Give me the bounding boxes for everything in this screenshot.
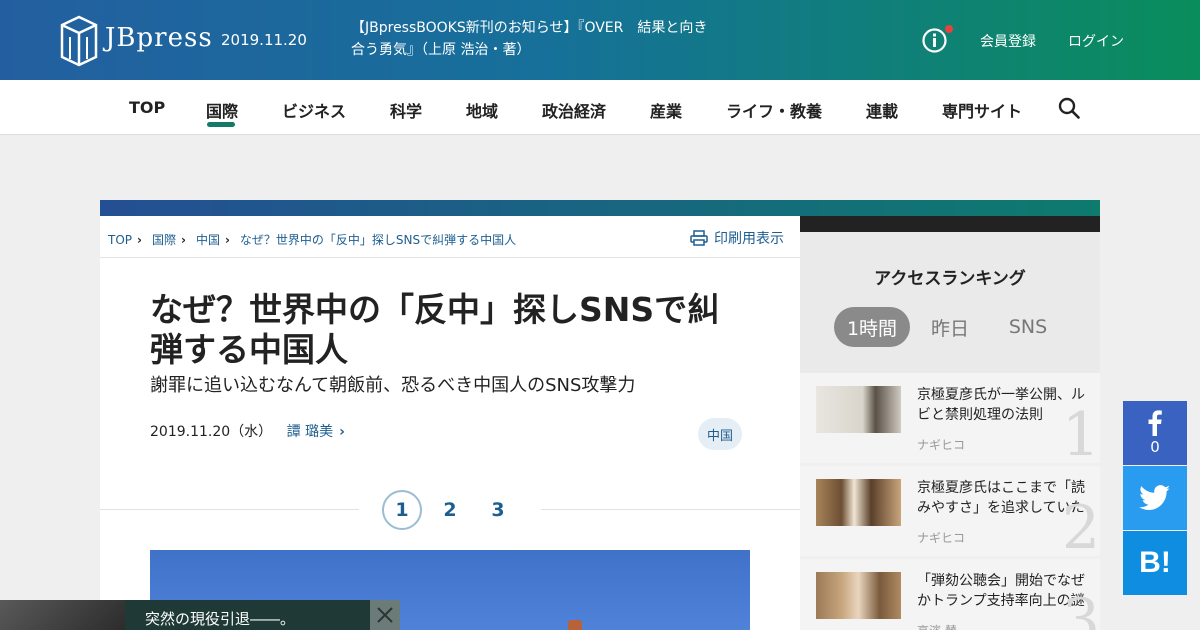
sidebar: アクセスランキング 1時間 昨日 SNS 京極夏彦氏が一挙公開、ルビと禁則処理の… <box>800 216 1100 630</box>
login-link[interactable]: ログイン <box>1068 31 1124 51</box>
ranking-item-author: 高濱 賛 <box>917 622 957 630</box>
article-subtitle: 謝罪に追い込むなんて朝飯前、恐るべき中国人のSNS攻撃力 <box>150 375 636 396</box>
promo-thumbnail <box>0 600 125 630</box>
ranking-thumbnail <box>816 479 901 526</box>
hatena-bookmark-button[interactable]: B! <box>1123 531 1187 595</box>
hatena-bookmark-icon: B! <box>1139 546 1171 579</box>
article-column: TOP › 国際 › 中国 › なぜ？世界中の「反中」探しSNSで糾弾する中国人 印刷用表示… <box>100 216 800 630</box>
article-meta: 2019.11.20（水） 譚 璐美 › <box>150 421 345 441</box>
breadcrumb: TOP › 国際 › 中国 › なぜ？世界中の「反中」探しSNSで糾弾する中国人 <box>108 231 516 248</box>
sidebar-topbar <box>800 216 1100 232</box>
nav-item-series[interactable]: 連載 <box>866 98 898 122</box>
nav-item-specialty-sites[interactable]: 専門サイト <box>942 98 1022 122</box>
main-nav: TOP 国際 ビジネス 科学 地域 政治経済 産業 ライフ・教養 連載 専門サイ… <box>0 80 1200 135</box>
author-link[interactable]: 譚 璐美 <box>287 424 333 440</box>
ranking-number: 1 <box>1061 400 1100 463</box>
pagination-line <box>541 509 800 510</box>
facebook-share-button[interactable]: 0 <box>1123 401 1187 465</box>
header-date: 2019.11.20 <box>221 31 307 49</box>
article-date: 2019.11.20（水） <box>150 424 273 440</box>
ranking-item[interactable]: 京極夏彦氏はここまで「読みやすさ」を追求していた ナギヒコ 2 <box>800 466 1100 556</box>
register-link[interactable]: 会員登録 <box>980 31 1036 51</box>
breadcrumb-chevron-icon: › <box>180 233 186 247</box>
logo-wordmark: JBpress <box>105 23 213 53</box>
print-view-button[interactable]: 印刷用表示 <box>690 228 784 248</box>
ranking-tab-yesterday[interactable]: 昨日 <box>920 307 980 347</box>
breadcrumb-chevron-icon: › <box>224 233 230 247</box>
logo-cube-icon <box>60 15 98 67</box>
site-logo[interactable]: JBpress <box>60 15 212 67</box>
nav-item-science[interactable]: 科学 <box>390 98 422 122</box>
page-link-1[interactable]: 1 <box>382 490 422 530</box>
nav-item-top[interactable]: TOP <box>129 98 165 117</box>
notification-dot <box>945 25 953 33</box>
printer-icon <box>690 230 708 246</box>
topic-tag[interactable]: 中国 <box>698 418 742 450</box>
nav-item-industry[interactable]: 産業 <box>650 98 682 122</box>
search-icon <box>1058 97 1080 119</box>
search-button[interactable] <box>1058 97 1080 119</box>
page-link-2[interactable]: 2 <box>430 490 470 530</box>
breadcrumb-current: なぜ？世界中の「反中」探しSNSで糾弾する中国人 <box>239 233 517 247</box>
ranking-thumbnail <box>816 386 901 433</box>
ranking-title: アクセスランキング <box>874 269 1026 289</box>
twitter-icon <box>1139 485 1171 510</box>
breadcrumb-divider <box>100 257 800 258</box>
ranking-number: 3 <box>1061 586 1100 630</box>
nav-active-indicator <box>207 122 235 127</box>
print-label: 印刷用表示 <box>714 231 784 247</box>
nav-item-region[interactable]: 地域 <box>466 98 498 122</box>
breadcrumb-international[interactable]: 国際 <box>152 233 176 247</box>
facebook-icon <box>1148 410 1162 436</box>
ranking-number: 2 <box>1061 493 1100 556</box>
ranking-tab-1hour[interactable]: 1時間 <box>834 307 910 347</box>
gradient-divider <box>100 200 1100 216</box>
ranking-item-author: ナギヒコ <box>917 531 966 545</box>
page-link-3[interactable]: 3 <box>478 490 518 530</box>
info-button[interactable] <box>922 25 953 53</box>
facebook-share-count: 0 <box>1150 438 1160 456</box>
promo-text: 突然の現役引退――。 <box>145 610 296 628</box>
info-icon <box>922 28 947 53</box>
ranking-item-author: ナギヒコ <box>917 438 966 452</box>
ranking-tab-sns[interactable]: SNS <box>996 307 1060 347</box>
twitter-share-button[interactable] <box>1123 466 1187 530</box>
close-icon <box>377 607 393 623</box>
ranking-thumbnail <box>816 572 901 619</box>
breadcrumb-china[interactable]: 中国 <box>196 233 220 247</box>
nav-item-business[interactable]: ビジネス <box>282 98 346 122</box>
pagination-line <box>100 509 359 510</box>
nav-item-international[interactable]: 国際 <box>206 98 238 122</box>
ranking-item[interactable]: 京極夏彦氏が一挙公開、ルビと禁則処理の法則 ナギヒコ 1 <box>800 373 1100 463</box>
nav-item-politics-economy[interactable]: 政治経済 <box>542 98 606 122</box>
site-header: JBpress 2019.11.20 【JBpressBOOKS新刊のお知らせ】… <box>0 0 1200 80</box>
breadcrumb-chevron-icon: › <box>137 233 142 247</box>
hero-figure <box>568 620 582 630</box>
article-title: なぜ？世界中の「反中」探しSNSで糾弾する中国人 <box>150 290 721 369</box>
book-notice-link[interactable]: 【JBpressBOOKS新刊のお知らせ】『OVER 結果と向き合う勇気』（上原… <box>351 17 711 61</box>
nav-item-life-culture[interactable]: ライフ・教養 <box>726 98 822 122</box>
author-chevron-icon: › <box>339 424 345 440</box>
promo-popup[interactable]: 突然の現役引退――。 <box>0 600 400 630</box>
breadcrumb-top[interactable]: TOP <box>108 233 132 247</box>
ranking-item[interactable]: 「弾劾公聴会」開始でなぜかトランプ支持率向上の謎 高濱 賛 3 <box>800 559 1100 630</box>
popup-close-button[interactable] <box>370 600 400 630</box>
